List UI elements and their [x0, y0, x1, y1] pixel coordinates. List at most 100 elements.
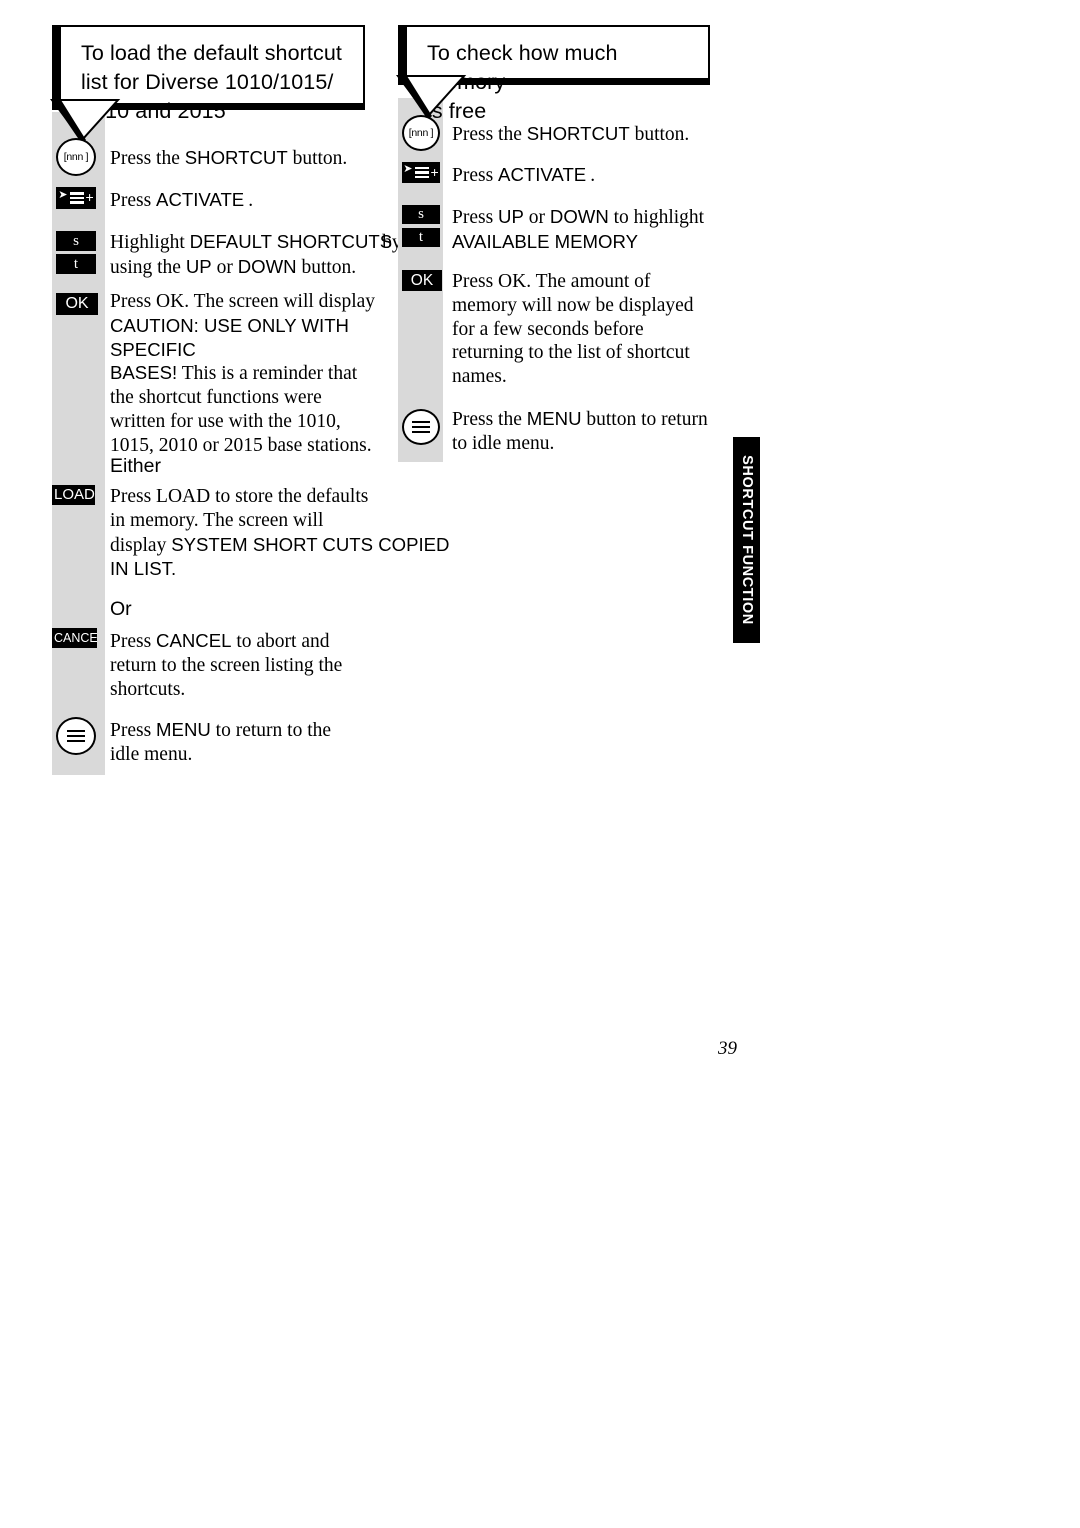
step5-run-a: Press LOAD to store the defaults [110, 486, 369, 507]
rstep4-line-1: Press OK. The amount of [452, 270, 742, 294]
step7-line-1: Press MENU to return to the [110, 718, 410, 743]
step-text-left-1: Press the SHORTCUT button. [110, 146, 410, 171]
step4-run-f: written for use with the 1010, [110, 410, 341, 432]
ok-key-label-right: OK [410, 272, 434, 289]
step6-run-a: Press [110, 631, 157, 652]
rstep4-line-2: memory will now be displayed [452, 294, 742, 318]
rstep2-run-c: . [590, 165, 596, 186]
load-key-icon[interactable]: LOAD [52, 485, 95, 505]
activate-bars-icon [69, 190, 84, 206]
down-key-label-right: t [418, 229, 424, 245]
rstep3-run-e: to highlight [608, 207, 705, 228]
step-text-right-4: Press OK. The amount of memory will now … [452, 270, 742, 389]
step4-line-1: Press OK. The screen will display [110, 290, 410, 314]
menu-bars-icon-right [412, 418, 430, 436]
step4-line-2: CAUTION: USE ONLY WITH SPECIFIC [110, 314, 410, 362]
rstep3-line-2: AVAILABLE MEMORY [452, 230, 742, 254]
step2-run-b: ACTIVATE [156, 189, 245, 210]
rstep3-run-d: DOWN [549, 206, 609, 227]
step4-run-c: BASES! [110, 362, 178, 384]
step-text-left-5: Press LOAD to store the defaults in memo… [110, 485, 449, 581]
rstep5-line-2: to idle menu. [452, 432, 752, 456]
rstep4-run-c: for a few seconds before [452, 318, 644, 340]
either-heading: Either [110, 455, 161, 477]
step3-run-g: DOWN [237, 255, 297, 277]
rstep2-run-a: Press [452, 165, 499, 186]
down-key-label: t [73, 256, 79, 272]
step5-run-c: display [110, 534, 172, 556]
load-key-label: LOAD [54, 486, 95, 503]
step2-run-c: . [248, 190, 254, 211]
step7-run-b: MENU [156, 719, 211, 740]
rstep5-run-c: button to return [581, 409, 708, 430]
shortcut-key-icon[interactable]: [nnn ] [56, 138, 96, 176]
step6-run-c: to abort and [231, 631, 330, 652]
step1-run-b: SHORTCUT [184, 147, 288, 168]
step-text-left-7: Press MENU to return to the idle menu. [110, 718, 410, 767]
step6-line-2: return to the screen listing the [110, 654, 410, 678]
step5-run-e: IN LIST. [110, 558, 177, 580]
rstep4-run-a: Press OK. The amount of [452, 271, 651, 292]
callout-tail-right [396, 75, 467, 120]
step6-run-d: return to the screen listing the [110, 654, 343, 676]
activate-key-icon-right[interactable]: ➤ + [402, 162, 440, 183]
callout-line-3: 2010 and 2015 [81, 99, 226, 123]
activate-key-icon[interactable]: ➤ + [56, 187, 96, 209]
step-text-right-1: Press the SHORTCUT button. [452, 122, 742, 147]
step-text-right-2: Press ACTIVATE. [452, 163, 742, 188]
step-text-left-4: Press OK. The screen will display CAUTIO… [110, 290, 410, 458]
step7-run-a: Press [110, 720, 157, 741]
page-number: 39 [718, 1038, 737, 1059]
step5-line-2: in memory. The screen will [110, 509, 410, 533]
up-key-label-right: s [418, 206, 424, 222]
side-tab-shortcut-function: SHORTCUT FUNCTION [733, 437, 760, 643]
rstep3-run-a: Press [452, 207, 499, 228]
step3-run-h: button. [296, 256, 357, 278]
rstep4-line-3: for a few seconds before [452, 318, 742, 342]
rstep3-line-1: Press UP or DOWN to highlight [452, 205, 742, 230]
step3-run-b: DEFAULT SHORTCUTS [189, 231, 393, 252]
activate-plus-icon-right: + [430, 163, 439, 180]
step3-run-a: Highlight [110, 232, 190, 253]
step5-run-d: SYSTEM SHORT CUTS COPIED [171, 533, 450, 555]
shortcut-key-label-right: [nnn ] [408, 127, 434, 139]
step3-line-2: using the UP or DOWN button. [110, 255, 410, 280]
activate-bars-icon-right [414, 164, 429, 180]
rstep2-run-b: ACTIVATE [498, 164, 587, 185]
step5-line-4: IN LIST. [110, 557, 410, 581]
step4-run-d: This is a reminder that [177, 363, 358, 385]
cancel-key-icon[interactable]: CANCEL [52, 628, 97, 648]
step-text-right-5: Press the MENU button to return to idle … [452, 407, 752, 456]
cancel-key-label: CANCEL [54, 631, 97, 645]
menu-bars-icon [67, 727, 85, 745]
activate-plus-icon: + [85, 189, 94, 205]
activate-arrow-icon-right: ➤ [403, 163, 413, 175]
step4-run-g: 1015, 2010 or 2015 base stations. [110, 434, 372, 456]
step6-run-b: CANCEL [156, 630, 232, 651]
step3-run-f: or [211, 256, 238, 278]
menu-key-icon[interactable] [56, 717, 96, 755]
menu-key-icon-right[interactable] [402, 409, 440, 445]
step3-line-1: Highlight DEFAULT SHORTCUTSby [110, 230, 410, 255]
activate-key-glyph: ➤ + [56, 187, 96, 209]
step-text-left-2: Press ACTIVATE. [110, 188, 410, 213]
step2-run-a: Press [110, 190, 157, 211]
step4-run-e: the shortcut functions were [110, 387, 322, 409]
step7-line-2: idle menu. [110, 743, 410, 767]
left-icon-band [52, 112, 105, 775]
ok-key-icon-right[interactable]: OK [402, 270, 442, 291]
up-key-icon[interactable]: s [56, 231, 96, 251]
section-title-callout-load-defaults: To load the default shortcut list for Di… [52, 25, 365, 123]
down-key-icon[interactable]: t [56, 254, 96, 274]
down-key-icon-right[interactable]: t [402, 228, 440, 247]
rstep5-run-b: MENU [526, 408, 582, 429]
rstep5-line-1: Press the MENU button to return [452, 407, 752, 432]
step5-run-b: in memory. The screen will [110, 509, 324, 531]
ok-key-icon[interactable]: OK [56, 293, 98, 315]
rstep5-run-a: Press the [452, 409, 527, 430]
step3-run-e: UP [185, 255, 212, 277]
up-key-icon-right[interactable]: s [402, 205, 440, 224]
step3-run-d: using the [110, 256, 186, 278]
ok-key-label: OK [65, 295, 89, 312]
shortcut-key-icon-right[interactable]: [nnn ] [402, 115, 440, 151]
